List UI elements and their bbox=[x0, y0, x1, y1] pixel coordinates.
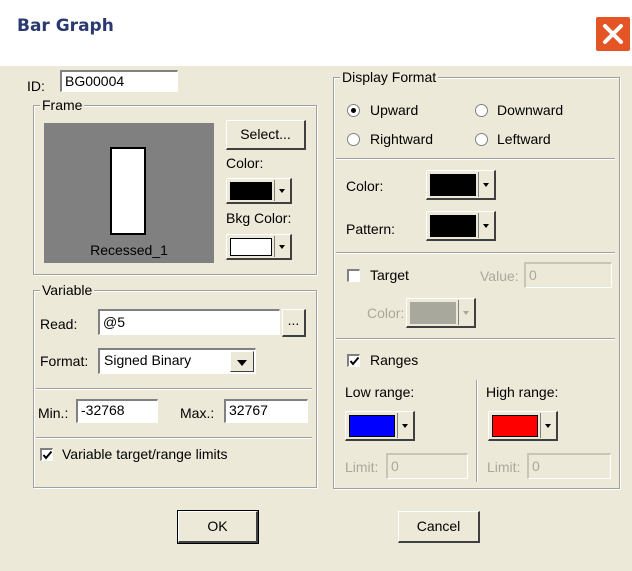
frame-group-label: Frame bbox=[40, 97, 85, 113]
frame-preview: Recessed_1 bbox=[44, 123, 214, 263]
radio-downward[interactable] bbox=[475, 104, 488, 117]
chevron-down-icon bbox=[540, 413, 555, 438]
checkmark-icon bbox=[42, 450, 53, 460]
frame-bkg-color-label: Bkg Color: bbox=[226, 210, 292, 226]
radio-leftward-label: Leftward bbox=[497, 131, 551, 147]
chevron-down-icon bbox=[274, 180, 289, 201]
radio-downward-label: Downward bbox=[497, 102, 564, 118]
bar-graph-dialog: Bar Graph ID: BG00004 Frame Recessed_1 S… bbox=[0, 0, 632, 571]
low-limit-label: Limit: bbox=[345, 459, 379, 475]
target-color-picker[interactable] bbox=[406, 298, 476, 328]
frame-color-label: Color: bbox=[226, 155, 264, 171]
bar-preview bbox=[110, 147, 146, 235]
display-separator-1 bbox=[336, 158, 615, 160]
target-checkbox[interactable] bbox=[347, 269, 360, 282]
high-limit-label: Limit: bbox=[487, 459, 521, 475]
variable-group-label: Variable bbox=[40, 282, 95, 298]
title-bar: Bar Graph bbox=[0, 0, 632, 66]
radio-leftward[interactable] bbox=[475, 133, 488, 146]
bar-color-chip bbox=[430, 174, 476, 196]
close-button[interactable] bbox=[595, 16, 631, 52]
target-value-field[interactable]: 0 bbox=[524, 262, 612, 288]
pattern-label: Pattern: bbox=[346, 221, 396, 237]
variable-separator bbox=[36, 388, 312, 390]
pattern-chip bbox=[430, 215, 476, 237]
radio-upward-label: Upward bbox=[370, 102, 419, 118]
low-range-label: Low range: bbox=[345, 384, 415, 400]
format-label: Format: bbox=[40, 353, 89, 369]
chevron-down-icon bbox=[397, 413, 412, 438]
checkmark-icon bbox=[349, 356, 360, 366]
target-value-label: Value: bbox=[480, 268, 519, 284]
high-limit-field[interactable]: 0 bbox=[527, 453, 611, 479]
min-label: Min.: bbox=[38, 405, 69, 421]
cancel-button[interactable]: Cancel bbox=[398, 511, 480, 543]
variable-limits-label: Variable target/range limits bbox=[62, 446, 228, 462]
display-separator-3 bbox=[336, 338, 615, 340]
chevron-down-icon bbox=[230, 351, 254, 372]
max-label: Max.: bbox=[180, 405, 215, 421]
id-label: ID: bbox=[27, 78, 45, 94]
chevron-down-icon bbox=[478, 213, 493, 238]
high-range-color-picker[interactable] bbox=[488, 411, 558, 441]
high-range-label: High range: bbox=[486, 384, 559, 400]
window-title: Bar Graph bbox=[17, 16, 114, 36]
display-separator-2 bbox=[336, 252, 615, 254]
read-field[interactable]: @5 bbox=[98, 309, 280, 335]
read-browse-button[interactable]: ... bbox=[282, 309, 306, 337]
min-field[interactable]: -32768 bbox=[76, 399, 158, 423]
variable-separator-2 bbox=[36, 437, 312, 439]
low-limit-field[interactable]: 0 bbox=[386, 453, 468, 479]
ranges-divider bbox=[476, 380, 478, 482]
format-select-value: Signed Binary bbox=[104, 352, 192, 368]
chevron-down-icon bbox=[478, 172, 493, 197]
chevron-down-icon bbox=[274, 236, 289, 257]
dialog-body: ID: BG00004 Frame Recessed_1 Select... C… bbox=[0, 66, 632, 571]
ranges-label: Ranges bbox=[370, 352, 419, 368]
frame-bkg-color-chip bbox=[230, 238, 272, 256]
low-range-color-picker[interactable] bbox=[345, 411, 415, 441]
frame-select-button[interactable]: Select... bbox=[226, 120, 306, 150]
ranges-checkbox[interactable] bbox=[347, 354, 360, 367]
format-select[interactable]: Signed Binary bbox=[98, 348, 256, 374]
display-format-group-label: Display Format bbox=[340, 69, 439, 85]
radio-rightward-label: Rightward bbox=[370, 131, 434, 147]
frame-color-chip bbox=[230, 182, 272, 200]
target-color-label: Color: bbox=[367, 305, 405, 321]
close-icon bbox=[603, 24, 623, 44]
chevron-down-icon bbox=[458, 300, 473, 325]
frame-bkg-color-picker[interactable] bbox=[226, 234, 292, 260]
radio-rightward[interactable] bbox=[347, 133, 360, 146]
ok-button[interactable]: OK bbox=[177, 510, 259, 544]
target-label: Target bbox=[370, 267, 409, 283]
variable-limits-checkbox[interactable] bbox=[40, 448, 53, 461]
frame-color-picker[interactable] bbox=[226, 178, 292, 204]
bar-color-picker[interactable] bbox=[426, 170, 496, 200]
target-color-chip bbox=[410, 302, 456, 324]
high-range-color-chip bbox=[492, 415, 538, 437]
bar-color-label: Color: bbox=[346, 178, 384, 194]
id-field[interactable]: BG00004 bbox=[60, 70, 178, 92]
low-range-color-chip bbox=[349, 415, 395, 437]
radio-upward[interactable] bbox=[347, 104, 360, 117]
read-label: Read: bbox=[40, 316, 78, 332]
max-field[interactable]: 32767 bbox=[224, 399, 308, 423]
frame-preview-label: Recessed_1 bbox=[90, 242, 168, 258]
pattern-picker[interactable] bbox=[426, 211, 496, 241]
